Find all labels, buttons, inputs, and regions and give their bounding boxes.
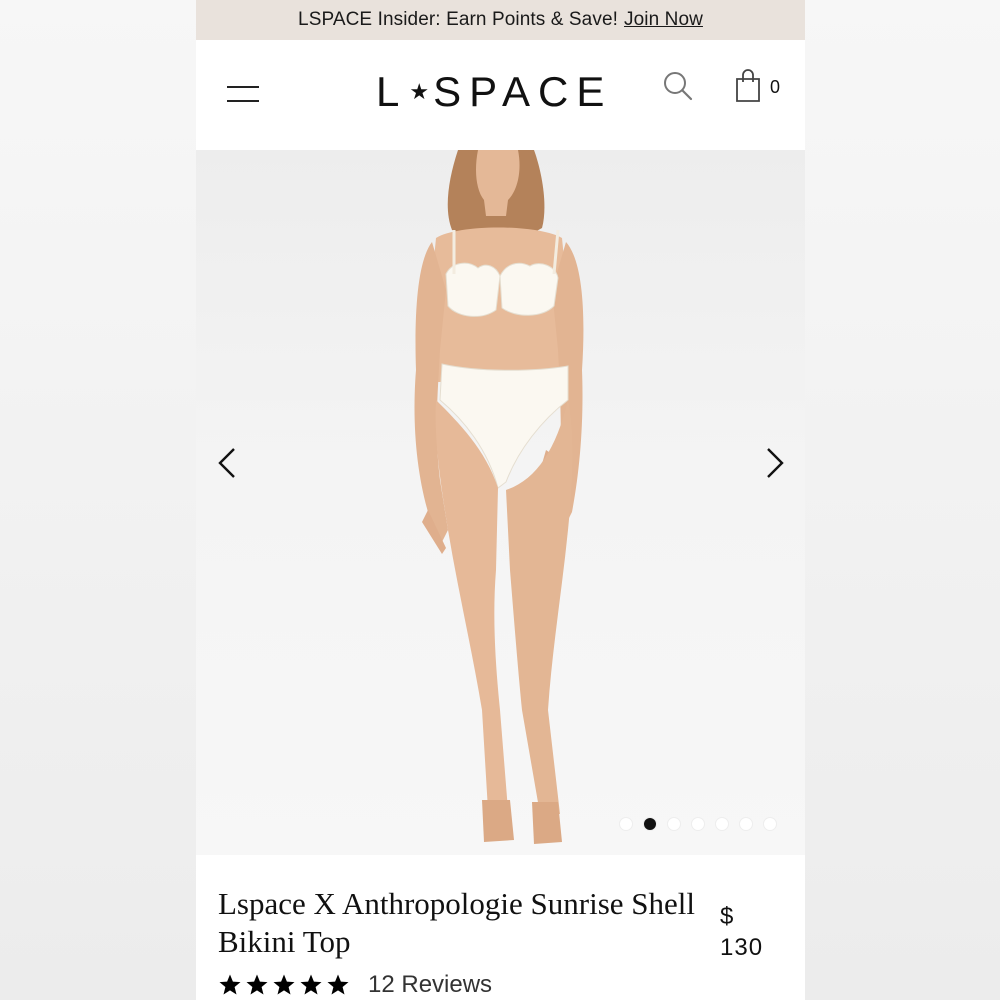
gallery-pagination-dots — [620, 818, 776, 830]
product-image-gallery[interactable] — [196, 150, 805, 855]
product-info: Lspace X Anthropologie Sunrise Shell Bik… — [196, 855, 805, 1000]
reviews-link[interactable]: 12 Reviews — [368, 971, 492, 999]
page-background-right — [805, 0, 1000, 1000]
product-photo — [414, 150, 584, 844]
chevron-left-icon[interactable] — [214, 445, 240, 481]
gallery-dot[interactable] — [668, 818, 680, 830]
gallery-dot[interactable] — [740, 818, 752, 830]
product-rating[interactable]: 12 Reviews — [218, 971, 492, 999]
gallery-dot[interactable] — [716, 818, 728, 830]
logo-letter-l: L — [376, 68, 408, 115]
price-currency: $ — [720, 903, 735, 930]
star-icon — [219, 974, 241, 995]
promo-text: LSPACE Insider: Earn Points & Save! — [298, 9, 618, 30]
logo-word-space: SPACE — [433, 68, 613, 115]
cart-count[interactable]: 0 — [770, 77, 780, 98]
product-title: Lspace X Anthropologie Sunrise Shell Bik… — [218, 886, 695, 959]
gallery-dot[interactable] — [692, 818, 704, 830]
page-background-left — [0, 0, 196, 1000]
price-value: 130 — [720, 934, 764, 961]
rating-stars — [218, 973, 350, 997]
join-now-link[interactable]: Join Now — [624, 9, 703, 31]
star-icon — [246, 974, 268, 995]
hamburger-menu-icon[interactable] — [227, 86, 261, 104]
star-icon — [273, 974, 295, 995]
promo-banner: LSPACE Insider: Earn Points & Save! Join… — [196, 0, 805, 40]
product-price: $ 130 — [720, 901, 763, 963]
search-icon[interactable] — [662, 70, 694, 102]
logo-star: ★ — [409, 79, 430, 104]
site-header: L ★ SPACE 0 — [196, 40, 805, 150]
gallery-dot[interactable] — [764, 818, 776, 830]
shopping-bag-icon[interactable] — [734, 68, 762, 104]
gallery-dot[interactable] — [644, 818, 656, 830]
mobile-page: LSPACE Insider: Earn Points & Save! Join… — [196, 0, 805, 1000]
brand-logo[interactable]: L ★ SPACE — [376, 68, 612, 116]
star-icon — [327, 974, 349, 995]
star-icon — [300, 974, 322, 995]
gallery-dot[interactable] — [620, 818, 632, 830]
chevron-right-icon[interactable] — [762, 445, 788, 481]
